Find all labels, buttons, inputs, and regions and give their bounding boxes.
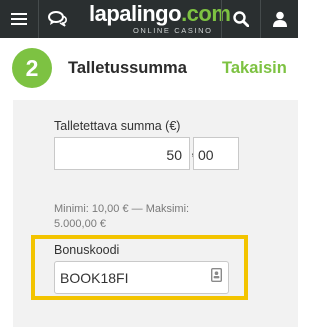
chat-icon [48, 11, 67, 27]
brand-logo[interactable]: lapalingo.com ONLINE CASINO [89, 1, 231, 36]
brand-tagline: ONLINE CASINO [133, 26, 213, 35]
search-button[interactable] [222, 0, 260, 38]
amount-integer-input[interactable]: 50 [54, 137, 190, 170]
menu-button[interactable] [0, 0, 38, 38]
limits-line-2: 5.000,00 € [54, 218, 106, 230]
bonus-code-input[interactable]: BOOK18FI [54, 261, 229, 294]
brand-name: lapalingo.com [89, 1, 231, 26]
user-icon [272, 11, 287, 27]
menu-icon [11, 13, 27, 25]
account-button[interactable] [261, 0, 298, 38]
brand-main-text: lapalingo [89, 1, 182, 26]
chat-button[interactable] [39, 0, 77, 38]
top-bar: lapalingo.com ONLINE CASINO [0, 0, 298, 38]
amount-decimal-input[interactable]: 00 [193, 137, 239, 170]
bonus-code-label: Bonuskoodi [54, 243, 120, 257]
step-header: 2 Talletussumma Takaisin [0, 38, 298, 100]
amount-limits: Minimi: 10,00 € — Maksimi: 5.000,00 € [54, 202, 189, 232]
amount-label: Talletettava summa (€) [54, 119, 181, 133]
contact-card-icon[interactable] [211, 268, 222, 282]
step-number-badge: 2 [12, 48, 52, 88]
search-icon [233, 11, 249, 27]
back-link[interactable]: Takaisin [222, 59, 287, 78]
step-title: Talletussumma [68, 59, 187, 77]
limits-line-1: Minimi: 10,00 € — Maksimi: [54, 203, 190, 215]
